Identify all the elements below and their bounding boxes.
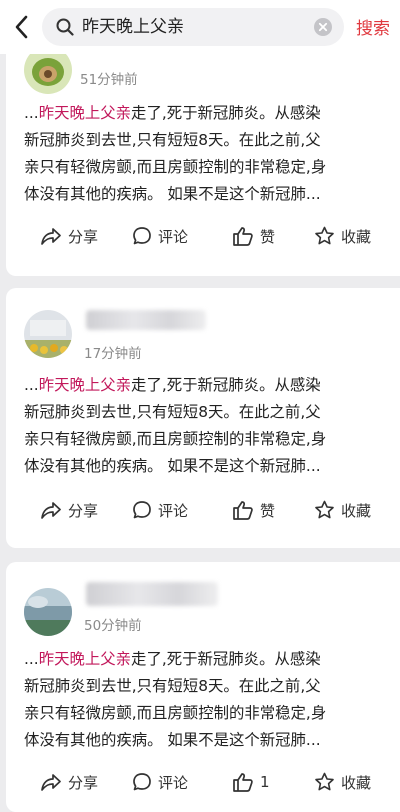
like-label: 赞 — [260, 501, 276, 520]
comment-label: 评论 — [158, 501, 189, 520]
avatar[interactable] — [24, 310, 72, 358]
post-text[interactable]: ...昨天晚上父亲走了,死于新冠肺炎。从感染 新冠肺炎到去世,只有短短8天。在此… — [24, 646, 394, 754]
post-time: 17分钟前 — [84, 346, 142, 362]
text-line: 新冠肺炎到去世,只有短短8天。在此之前,父 — [24, 403, 321, 421]
share-label: 分享 — [68, 227, 99, 246]
favorite-button[interactable]: 收藏 — [314, 496, 371, 524]
favorite-button[interactable]: 收藏 — [314, 222, 371, 250]
like-button[interactable]: 1 — [232, 768, 270, 796]
action-bar: 分享 评论 赞 收藏 — [6, 496, 400, 524]
text-line: 体没有其他的疾病。 如果不是这个新冠肺... — [24, 185, 321, 203]
ellipsis: ... — [24, 650, 39, 668]
text-line: 体没有其他的疾病。 如果不是这个新冠肺... — [24, 731, 321, 749]
like-label: 赞 — [260, 227, 276, 246]
text-line: 新冠肺炎到去世,只有短短8天。在此之前,父 — [24, 677, 321, 695]
comment-button[interactable]: 评论 — [132, 222, 188, 250]
comment-icon — [133, 501, 151, 519]
clear-icon[interactable] — [314, 18, 332, 40]
search-input[interactable]: 昨天晚上父亲 — [82, 8, 302, 46]
text-line: 亲只有轻微房颤,而且房颤控制的非常稳定,身 — [24, 430, 327, 448]
post-card[interactable]: 50分钟前 ...昨天晚上父亲走了,死于新冠肺炎。从感染 新冠肺炎到去世,只有短… — [6, 562, 400, 812]
text-line: 新冠肺炎到去世,只有短短8天。在此之前,父 — [24, 131, 321, 149]
comment-button[interactable]: 评论 — [132, 496, 188, 524]
post-time: 51分钟前 — [80, 72, 138, 88]
favorite-star-icon — [315, 500, 334, 519]
favorite-label: 收藏 — [341, 227, 372, 246]
comment-label: 评论 — [158, 227, 189, 246]
like-button[interactable]: 赞 — [232, 496, 275, 524]
search-header: 昨天晚上父亲 搜索 — [0, 0, 400, 54]
text-line: 亲只有轻微房颤,而且房颤控制的非常稳定,身 — [24, 158, 327, 176]
action-bar: 分享 评论 1 收藏 — [6, 768, 400, 796]
text-line: 走了,死于新冠肺炎。从感染 — [131, 376, 321, 394]
search-button[interactable]: 搜索 — [356, 14, 390, 39]
comment-icon — [133, 227, 151, 245]
highlight-keyword: 昨天晚上父亲 — [38, 650, 132, 668]
highlight-keyword: 昨天晚上父亲 — [38, 376, 132, 394]
back-arrow-icon[interactable] — [8, 12, 34, 42]
favorite-star-icon — [315, 772, 334, 791]
ellipsis: ... — [24, 104, 39, 122]
like-icon — [233, 773, 253, 792]
comment-icon — [133, 773, 151, 791]
share-icon — [41, 774, 61, 791]
comment-button[interactable]: 评论 — [132, 768, 188, 796]
text-line: 走了,死于新冠肺炎。从感染 — [131, 650, 321, 668]
favorite-button[interactable]: 收藏 — [314, 768, 371, 796]
search-box[interactable]: 昨天晚上父亲 — [42, 8, 344, 46]
share-label: 分享 — [68, 773, 99, 792]
username-redacted — [86, 310, 206, 330]
username-redacted — [86, 582, 218, 606]
comment-label: 评论 — [158, 773, 189, 792]
text-line: 亲只有轻微房颤,而且房颤控制的非常稳定,身 — [24, 704, 327, 722]
text-line: 体没有其他的疾病。 如果不是这个新冠肺... — [24, 457, 321, 475]
post-time: 50分钟前 — [84, 618, 142, 634]
share-icon — [41, 228, 61, 245]
share-button[interactable]: 分享 — [40, 222, 98, 250]
like-count: 1 — [260, 773, 270, 791]
share-button[interactable]: 分享 — [40, 496, 98, 524]
favorite-label: 收藏 — [341, 773, 372, 792]
share-icon — [41, 502, 61, 519]
post-text[interactable]: ...昨天晚上父亲走了,死于新冠肺炎。从感染 新冠肺炎到去世,只有短短8天。在此… — [24, 100, 394, 208]
post-text[interactable]: ...昨天晚上父亲走了,死于新冠肺炎。从感染 新冠肺炎到去世,只有短短8天。在此… — [24, 372, 394, 480]
highlight-keyword: 昨天晚上父亲 — [38, 104, 132, 122]
like-icon — [233, 501, 253, 520]
text-line: 走了,死于新冠肺炎。从感染 — [131, 104, 321, 122]
search-icon — [56, 18, 74, 40]
share-label: 分享 — [68, 501, 99, 520]
post-card[interactable]: 17分钟前 ...昨天晚上父亲走了,死于新冠肺炎。从感染 新冠肺炎到去世,只有短… — [6, 288, 400, 548]
avatar[interactable] — [24, 588, 72, 636]
favorite-label: 收藏 — [341, 501, 372, 520]
like-button[interactable]: 赞 — [232, 222, 275, 250]
favorite-star-icon — [315, 226, 334, 245]
like-icon — [233, 227, 253, 246]
post-card[interactable]: 51分钟前 ...昨天晚上父亲走了,死于新冠肺炎。从感染 新冠肺炎到去世,只有短… — [6, 16, 400, 276]
action-bar: 分享 评论 赞 收藏 — [6, 222, 400, 250]
ellipsis: ... — [24, 376, 39, 394]
share-button[interactable]: 分享 — [40, 768, 98, 796]
